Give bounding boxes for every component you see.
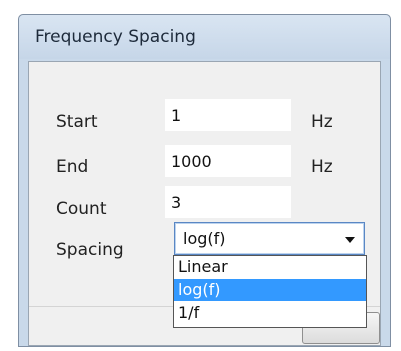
start-field[interactable] [165,99,291,131]
count-field[interactable] [165,186,291,218]
spacing-dropdown-list: Linear log(f) 1/f [173,255,367,328]
dialog-body: Start Hz End Hz Count Spacing log(f) Lin… [28,61,381,346]
chevron-down-icon[interactable] [345,237,355,243]
spacing-option-reciprocal[interactable]: 1/f [174,302,366,324]
spacing-select-value: log(f) [183,229,226,248]
end-field[interactable] [165,145,291,177]
spacing-label: Spacing [56,240,124,260]
spacing-option-linear[interactable]: Linear [174,256,366,278]
end-label: End [56,157,89,177]
dialog-title: Frequency Spacing [35,27,196,47]
frequency-spacing-dialog: Frequency Spacing Start Hz End Hz Count … [18,14,391,347]
spacing-option-log[interactable]: log(f) [174,279,366,301]
start-unit: Hz [311,112,333,132]
spacing-select[interactable]: log(f) [174,222,365,255]
title-bar[interactable]: Frequency Spacing [19,15,390,59]
count-label: Count [56,199,107,219]
start-label: Start [56,112,98,132]
end-unit: Hz [311,157,333,177]
